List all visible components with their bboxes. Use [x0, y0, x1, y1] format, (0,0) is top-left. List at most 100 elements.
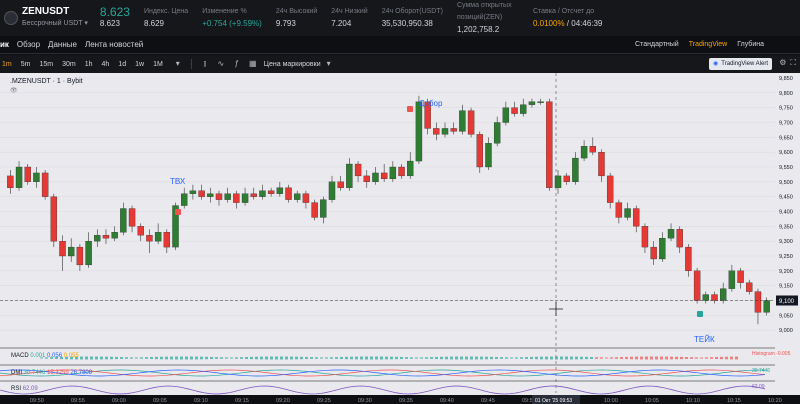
macd-bar — [260, 356, 263, 360]
candle-body — [641, 226, 649, 248]
candle-body — [763, 300, 770, 313]
chart-svg[interactable]: 9,850 9,800 9,750 9,700 9,650 9,600 9,550 9,500… — [0, 73, 800, 404]
funding-rate: 0.0100% — [532, 19, 565, 28]
candle-body — [493, 122, 501, 144]
candle-body — [450, 128, 457, 132]
macd-bar — [155, 356, 158, 360]
symbol-name[interactable]: ZENUSDT — [22, 6, 88, 18]
candle-body — [407, 160, 414, 177]
candle-body — [76, 246, 84, 266]
macd-bar — [330, 357, 333, 359]
macd-bar — [455, 356, 458, 360]
candle-body — [7, 175, 14, 188]
candle-body — [320, 199, 327, 218]
macd-bar — [670, 356, 673, 360]
eye-icon[interactable]: 👁 — [10, 88, 18, 94]
macd-bar — [420, 357, 423, 359]
macd-bar — [85, 356, 88, 360]
candle-body — [85, 241, 92, 266]
candle-body — [224, 193, 231, 200]
fullscreen-icon[interactable]: ⛶ — [790, 58, 796, 68]
price-type-select[interactable]: Цена маркировки — [264, 61, 321, 68]
tf-15m[interactable]: 15m — [37, 60, 55, 69]
tab-news[interactable]: Лента новостей — [85, 40, 143, 49]
chevron-down-icon[interactable]: ▾ — [84, 20, 88, 27]
tab-chart[interactable]: ик — [0, 40, 9, 49]
view-tradingview[interactable]: TradingView — [689, 41, 728, 48]
macd-bar — [660, 356, 663, 360]
candle-body — [189, 190, 197, 194]
fx-icon[interactable]: ƒ — [232, 59, 242, 69]
y-tick-label: 9,150 — [779, 284, 793, 290]
dmi-right-label: 30.7446 — [752, 368, 770, 374]
y-tick-label: 9,600 — [779, 150, 793, 156]
macd-bar — [575, 356, 578, 360]
x-tick-label: 09:00 — [112, 398, 126, 404]
tf-5m[interactable]: 5m — [19, 60, 33, 69]
indicators-icon[interactable]: ∿ — [216, 59, 226, 69]
view-standard[interactable]: Стандартный — [635, 41, 679, 48]
macd-bar — [540, 356, 543, 360]
macd-bar — [220, 357, 223, 359]
tf-30m[interactable]: 30m — [60, 60, 78, 69]
candle-body — [728, 270, 736, 289]
candle-body — [459, 110, 466, 132]
candle-body — [372, 172, 379, 182]
tf-4h[interactable]: 4h — [100, 60, 112, 69]
macd-bar — [535, 356, 538, 360]
macd-bar — [590, 357, 593, 359]
candle-body — [363, 175, 370, 182]
macd-bar — [410, 357, 413, 359]
tradingview-alert-button[interactable]: ◉ TradingView Alert — [709, 58, 772, 70]
macd-bar — [310, 357, 313, 359]
tab-overview[interactable]: Обзор — [17, 40, 40, 49]
chart-area[interactable]: 9,850 9,800 9,750 9,700 9,650 9,600 9,550 9,500… — [0, 73, 800, 404]
stat-index-price: Индекс. Цена 8.629 — [144, 6, 188, 30]
candle-body — [24, 166, 31, 182]
chevron-down-icon[interactable]: ▾ — [324, 59, 334, 69]
stat-24h-turnover: 24ч Оборот(USDT) 35,530,950.38 — [382, 6, 443, 30]
macd-bar — [150, 356, 153, 360]
stat-change: Изменение % +0.754 (+9.59%) — [202, 6, 262, 30]
macd-bar — [645, 356, 648, 360]
stat-24h-high: 24ч Высокий 9.793 — [276, 6, 317, 30]
candle-body — [111, 232, 118, 239]
macd-bar — [665, 356, 668, 360]
candle-body — [207, 193, 214, 197]
tf-1h[interactable]: 1h — [83, 60, 95, 69]
tf-1M[interactable]: 1M — [151, 60, 165, 69]
view-depth[interactable]: Глубина — [737, 41, 764, 48]
macd-bar — [655, 356, 658, 360]
x-tick-label: 10:20 — [768, 398, 782, 404]
macd-bar — [630, 356, 633, 360]
macd-bar — [715, 357, 718, 359]
symbol-selector[interactable]: ZENUSDT Бессрочный USDT ▾ — [22, 6, 88, 30]
layout-icon[interactable]: ▦ — [248, 59, 258, 69]
candle-body — [337, 181, 344, 188]
tf-1d[interactable]: 1d — [116, 60, 128, 69]
candle-body — [615, 202, 623, 218]
indicator-value: 26.7808 — [70, 370, 93, 376]
settings-icon[interactable]: ⚙ — [779, 58, 786, 68]
macd-bar — [160, 356, 163, 360]
macd-bar — [290, 356, 293, 360]
candle-body — [128, 208, 136, 227]
macd-bar — [515, 357, 518, 359]
tf-1m[interactable]: 1m — [0, 60, 14, 69]
candle-body — [467, 110, 475, 135]
toolbar-divider — [190, 59, 192, 69]
annotation-tvh: ТВХ — [170, 177, 186, 186]
candle-body — [94, 235, 101, 242]
candles-icon[interactable]: ⫾ — [200, 59, 210, 69]
macd-bar — [270, 356, 273, 360]
macd-bar — [600, 357, 603, 359]
macd-bar — [325, 357, 328, 359]
macd-bar — [560, 356, 563, 360]
macd-bar — [385, 356, 388, 360]
macd-bar — [295, 356, 298, 360]
chevron-down-icon[interactable]: ▾ — [173, 59, 183, 69]
tf-1w[interactable]: 1w — [133, 60, 146, 69]
price-line-label: 9,100 — [779, 299, 795, 305]
macd-bar — [620, 357, 623, 359]
tab-data[interactable]: Данные — [48, 40, 77, 49]
